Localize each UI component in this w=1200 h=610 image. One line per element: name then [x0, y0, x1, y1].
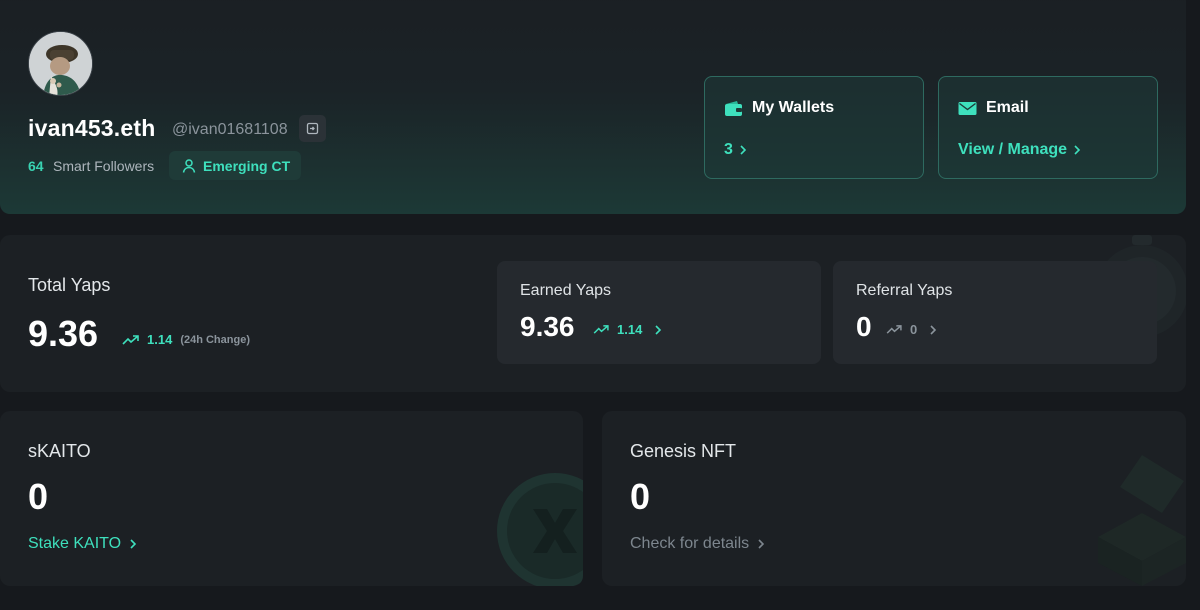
trend-up-icon: [886, 324, 903, 335]
copy-button[interactable]: [299, 115, 326, 142]
total-yaps-label: Total Yaps: [28, 275, 111, 295]
username: ivan453.eth: [28, 115, 156, 141]
referral-yaps-value: 0: [856, 311, 872, 342]
check-details-link[interactable]: Check for details: [630, 535, 765, 553]
smart-followers-count: 64: [28, 158, 44, 174]
total-yaps-change-note: (24h Change): [180, 333, 250, 346]
referral-yaps-label: Referral Yaps: [856, 282, 953, 299]
referral-yaps-card[interactable]: Referral Yaps 0 0: [833, 261, 1157, 364]
skaito-card: sKAITO 0 Stake KAITO: [0, 411, 583, 586]
smart-followers-label: Smart Followers: [53, 158, 155, 174]
genesis-nft-card: Genesis NFT 0 Check for details: [602, 411, 1186, 586]
yaps-card: Total Yaps 9.36 1.14 (24h Change) Earned…: [0, 235, 1186, 392]
tier-badge[interactable]: Emerging CT: [169, 151, 301, 180]
wallet-icon: [724, 100, 743, 117]
email-manage-link[interactable]: View / Manage: [958, 141, 1081, 159]
check-details-label: Check for details: [630, 535, 750, 552]
stake-kaito-link[interactable]: Stake KAITO: [28, 535, 137, 553]
treasure-box-icon: [1098, 455, 1186, 586]
trend-up-icon: [122, 334, 140, 346]
earned-yaps-value: 9.36: [520, 311, 575, 342]
email-title: Email: [986, 99, 1029, 116]
chevron-right-icon: [739, 144, 747, 156]
email-manage-label: View / Manage: [958, 141, 1068, 158]
total-yaps-change-value: 1.14: [147, 332, 173, 347]
chevron-right-icon: [929, 324, 937, 336]
wallets-count: 3: [724, 141, 733, 158]
chevron-right-icon: [654, 324, 662, 336]
total-yaps-value: 9.36: [28, 313, 99, 354]
genesis-nft-value: 0: [630, 476, 651, 517]
user-icon: [181, 158, 197, 174]
my-wallets-title: My Wallets: [752, 99, 835, 116]
profile-header: ivan453.eth @ivan01681108 64 Smart Follo…: [0, 0, 1186, 214]
mail-icon: [958, 101, 977, 116]
earned-yaps-change-value: 1.14: [617, 322, 643, 337]
kaito-logo-icon: [497, 473, 583, 586]
email-card[interactable]: Email View / Manage: [938, 76, 1158, 179]
my-wallets-card[interactable]: My Wallets 3: [704, 76, 924, 179]
stake-kaito-label: Stake KAITO: [28, 535, 122, 552]
trend-up-icon: [593, 324, 610, 335]
chevron-right-icon: [129, 538, 137, 550]
skaito-value: 0: [28, 476, 49, 517]
earned-yaps-card[interactable]: Earned Yaps 9.36 1.14: [497, 261, 821, 364]
earned-yaps-label: Earned Yaps: [520, 282, 612, 299]
total-yaps-change: 1.14 (24h Change): [122, 332, 250, 347]
tier-badge-label: Emerging CT: [203, 157, 291, 174]
handle: @ivan01681108: [172, 121, 288, 138]
skaito-label: sKAITO: [28, 441, 91, 461]
referral-yaps-change-value: 0: [910, 322, 918, 337]
earned-yaps-change: 1.14: [593, 322, 662, 337]
wallets-count-link[interactable]: 3: [724, 141, 747, 159]
referral-yaps-change: 0: [886, 322, 937, 337]
chevron-right-icon: [1073, 144, 1081, 156]
copy-icon: [306, 122, 319, 135]
genesis-nft-label: Genesis NFT: [630, 441, 737, 461]
chevron-right-icon: [757, 538, 765, 550]
avatar[interactable]: [28, 31, 93, 96]
